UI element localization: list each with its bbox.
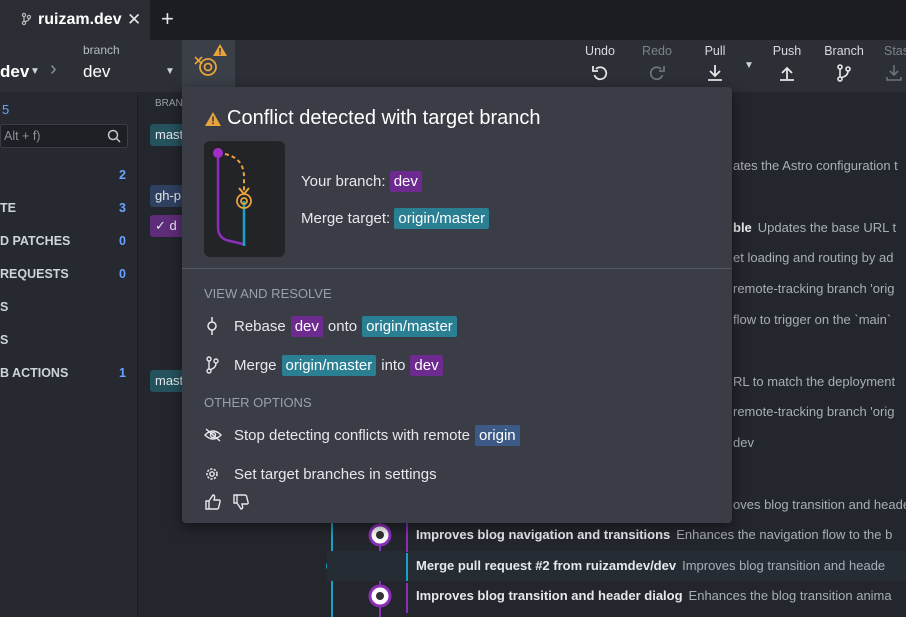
commit-row[interactable]: oves blog transition and heade bbox=[733, 497, 906, 512]
sidebar-section-patches[interactable]: D PATCHES 0 bbox=[0, 232, 138, 252]
divider bbox=[182, 268, 732, 269]
commit-row[interactable]: et loading and routing by ad bbox=[733, 250, 893, 265]
chevron-right-icon: › bbox=[50, 58, 57, 80]
sidebar-section-pull-requests[interactable]: REQUESTS 0 bbox=[0, 265, 138, 285]
branch-conflict-illustration bbox=[213, 148, 252, 246]
toolbar: dev ▼ › branch dev ▼ Undo Redo Pull ▼ Pu… bbox=[0, 40, 906, 92]
merge-option[interactable]: Merge origin/master into dev bbox=[204, 352, 448, 378]
left-panel: 5 Alt + f) 2 TE 3 D PATCHES 0 REQUESTS 0 S … bbox=[0, 92, 138, 617]
thumbs-up-icon[interactable] bbox=[204, 493, 222, 511]
repo-name[interactable]: dev bbox=[0, 62, 29, 82]
pull-options-icon[interactable]: ▼ bbox=[744, 60, 754, 71]
push-icon bbox=[780, 66, 794, 81]
commit-row[interactable]: remote-tracking branch 'orig bbox=[733, 281, 894, 296]
branch-selector[interactable]: dev bbox=[83, 62, 110, 82]
search-icon bbox=[107, 129, 121, 143]
conflict-diagram bbox=[204, 141, 285, 257]
push-label: Push bbox=[772, 44, 802, 58]
tab-strip: ruizam.dev ✕ + bbox=[0, 0, 906, 40]
redo-icon bbox=[649, 66, 665, 81]
rebase-option[interactable]: Rebase dev onto origin/master bbox=[204, 313, 462, 339]
commit-row[interactable]: dev bbox=[733, 435, 754, 450]
commit-row[interactable]: Improves blog navigation and transitions… bbox=[416, 527, 892, 542]
pull-label: Pull bbox=[704, 44, 726, 58]
commit-row[interactable]: flow to trigger on the `main` bbox=[733, 312, 891, 327]
commit-row[interactable]: ates the Astro configuration t bbox=[733, 158, 898, 173]
add-tab-button[interactable]: + bbox=[161, 7, 174, 31]
push-button[interactable]: Push bbox=[763, 44, 811, 86]
your-branch-chip: dev bbox=[389, 171, 422, 192]
commit-row[interactable]: remote-tracking branch 'orig bbox=[733, 404, 894, 419]
popup-title: Conflict detected with target branch bbox=[227, 107, 541, 129]
commit-row[interactable]: ble Updates the base URL t bbox=[733, 220, 896, 235]
sidebar-section-local[interactable]: 2 bbox=[0, 166, 138, 186]
filter-input[interactable]: Alt + f) bbox=[0, 124, 128, 148]
local-count: 5 bbox=[2, 102, 10, 117]
stash-icon bbox=[886, 65, 902, 81]
gear-icon bbox=[204, 466, 234, 482]
warning-icon bbox=[205, 112, 221, 126]
target-settings-option[interactable]: Set target branches in settings bbox=[204, 461, 437, 487]
sidebar-section-stashes[interactable]: S bbox=[0, 331, 138, 351]
branch-dropdown-icon[interactable]: ▼ bbox=[165, 66, 175, 77]
branch-caption: branch bbox=[83, 43, 120, 57]
merge-target-chip: origin/master bbox=[394, 208, 490, 229]
redo-label: Redo bbox=[642, 44, 672, 58]
merge-icon bbox=[204, 355, 234, 375]
undo-button[interactable]: Undo bbox=[576, 44, 624, 86]
commit-row[interactable]: Merge pull request #2 from ruizamdev/dev… bbox=[416, 558, 885, 573]
tab-close-icon[interactable]: ✕ bbox=[127, 10, 141, 30]
sidebar-section-actions[interactable]: B ACTIONS 1 bbox=[0, 364, 138, 384]
pull-button[interactable]: Pull bbox=[691, 44, 739, 86]
your-branch-line: Your branch: dev bbox=[301, 171, 422, 192]
section-other-options: OTHER OPTIONS bbox=[204, 395, 312, 410]
section-view-resolve: VIEW AND RESOLVE bbox=[204, 286, 332, 301]
thumbs-down-icon[interactable] bbox=[232, 493, 250, 511]
merge-target-line: Merge target: origin/master bbox=[301, 208, 490, 229]
redo-button[interactable]: Redo bbox=[633, 44, 681, 86]
conflict-target-icon bbox=[194, 44, 227, 76]
sidebar-section-tags[interactable]: S bbox=[0, 298, 138, 318]
eye-off-icon bbox=[204, 427, 234, 443]
sidebar-section-remote[interactable]: TE 3 bbox=[0, 199, 138, 219]
stop-detecting-option[interactable]: Stop detecting conflicts with remote ori… bbox=[204, 422, 525, 448]
conflict-indicator-button[interactable] bbox=[182, 40, 235, 92]
undo-label: Undo bbox=[585, 44, 615, 58]
tab-ruizam-dev[interactable]: ruizam.dev ✕ bbox=[0, 0, 150, 40]
branch-button[interactable]: Branch bbox=[820, 44, 868, 86]
pull-icon bbox=[708, 65, 722, 81]
branch-icon bbox=[21, 12, 31, 26]
stash-button[interactable]: Stas bbox=[876, 44, 906, 86]
repo-dropdown-icon[interactable]: ▼ bbox=[30, 66, 40, 77]
tab-title: ruizam.dev bbox=[38, 11, 122, 28]
filter-placeholder: Alt + f) bbox=[4, 129, 41, 143]
commit-row[interactable]: RL to match the deployment bbox=[733, 374, 895, 389]
branch-label: Branch bbox=[824, 44, 864, 58]
commit-node-icon bbox=[204, 316, 234, 336]
commit-row[interactable]: Improves blog transition and header dial… bbox=[416, 588, 892, 603]
conflict-popup: Conflict detected with target branch You… bbox=[182, 87, 732, 523]
feedback-row bbox=[204, 493, 250, 511]
branch-icon bbox=[837, 64, 851, 82]
stash-label: Stas bbox=[884, 44, 906, 58]
undo-icon bbox=[592, 66, 608, 81]
